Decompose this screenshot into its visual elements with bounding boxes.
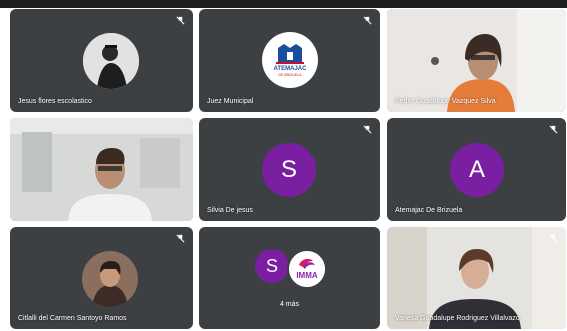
participant-name: Atemajac De Brizuela	[395, 207, 463, 214]
mic-off-icon	[549, 125, 558, 134]
participant-tile-7[interactable]: Citlalli del Carmen Santoyo Ramos	[10, 227, 193, 329]
participant-name: Pedro Guadalupe Vazquez Silva	[395, 98, 496, 105]
mic-off-icon	[176, 234, 185, 243]
participant-tile-6[interactable]: A Atemajac De Brizuela	[387, 118, 566, 221]
participant-video	[387, 9, 566, 112]
participant-video	[10, 118, 193, 221]
participant-tile-5[interactable]: S Silvia De jesus	[199, 118, 380, 221]
participant-tile-3[interactable]: Pedro Guadalupe Vazquez Silva	[387, 9, 566, 112]
participant-name: Juez Municipal	[207, 98, 254, 105]
logo-subtext: DE BRIZUELA	[278, 73, 302, 77]
logo-text: ATEMAJAC	[273, 66, 307, 72]
participant-tile-4[interactable]	[10, 118, 193, 221]
participant-tile-2[interactable]: ATEMAJAC DE BRIZUELA Juez Municipal	[199, 9, 380, 112]
overflow-logo-avatar: IMMA	[287, 249, 327, 289]
mic-off-icon	[363, 125, 372, 134]
participant-tile-9[interactable]: Vanesa Guadalupe Rodriguez Villalvazo	[387, 227, 566, 329]
participant-initial-avatar: S	[262, 143, 316, 197]
mic-off-icon	[176, 16, 185, 25]
participant-initial-avatar: A	[450, 143, 504, 197]
overflow-logo-text: IMMA	[296, 271, 318, 280]
participant-logo: ATEMAJAC DE BRIZUELA	[262, 32, 318, 88]
participant-name: Citlalli del Carmen Santoyo Ramos	[18, 315, 127, 322]
participant-name: Vanesa Guadalupe Rodriguez Villalvazo	[395, 315, 520, 322]
mic-off-icon	[363, 16, 372, 25]
more-participants-tile[interactable]: S IMMA 4 más	[199, 227, 380, 329]
more-participants-label: 4 más	[279, 301, 300, 308]
mic-off-icon	[549, 234, 558, 243]
participant-avatar	[82, 251, 138, 307]
participant-tile-1[interactable]: Jesus flores escolastico	[10, 9, 193, 112]
participant-name: Silvia De jesus	[207, 207, 253, 214]
top-bar	[0, 0, 567, 8]
participant-avatar	[83, 33, 139, 89]
overflow-initial-avatar: S	[255, 249, 289, 283]
meeting-grid: Jesus flores escolastico ATEMAJAC DE BRI…	[0, 0, 567, 331]
participant-name: Jesus flores escolastico	[18, 98, 92, 105]
participant-video	[387, 227, 566, 329]
